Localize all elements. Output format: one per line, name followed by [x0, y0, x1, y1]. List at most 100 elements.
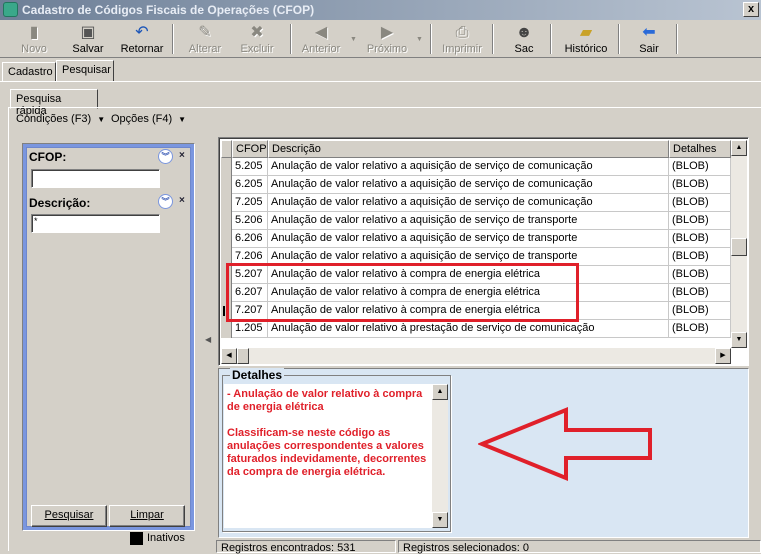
sair-button[interactable]: ⬅ Sair [632, 22, 666, 56]
cell-detalhes[interactable]: (BLOB) [669, 176, 731, 194]
cell-cfop[interactable]: 5.205 [232, 158, 268, 176]
row-indicator[interactable] [221, 158, 232, 176]
tab-pesquisa-rapida[interactable]: Pesquisa rápida [10, 89, 98, 117]
table-row[interactable]: 1.205 Anulação de valor relativo à presta… [221, 320, 731, 338]
grid-horizontal-scroll-thumb[interactable] [237, 348, 249, 364]
limpar-button[interactable]: Limpar [109, 505, 185, 527]
cfop-expand-icon[interactable]: ︾ [158, 149, 173, 164]
excluir-button[interactable]: ✖ Excluir [236, 22, 278, 56]
cell-detalhes[interactable]: (BLOB) [669, 320, 731, 338]
tab-cadastro[interactable]: Cadastro [2, 62, 56, 82]
details-text[interactable]: - Anulação de valor relativo à compra de… [224, 384, 432, 528]
table-row[interactable]: 6.206 Anulação de valor relativo a aquisi… [221, 230, 731, 248]
scroll-up-icon[interactable]: ▲ [731, 140, 747, 156]
historico-button[interactable]: ▰ Histórico [560, 22, 612, 56]
column-header-cfop[interactable]: CFOP [232, 140, 268, 158]
grid-header: CFOP Descrição Detalhes [221, 140, 731, 158]
cell-cfop[interactable]: 6.205 [232, 176, 268, 194]
descricao-input[interactable]: * [31, 214, 160, 233]
cell-detalhes[interactable]: (BLOB) [669, 194, 731, 212]
cell-descricao[interactable]: Anulação de valor relativo a aquisição d… [268, 176, 669, 194]
cell-detalhes[interactable]: (BLOB) [669, 266, 731, 284]
cell-cfop[interactable]: 6.207 [232, 284, 268, 302]
scroll-down-icon[interactable]: ▼ [432, 512, 448, 528]
grid-horizontal-scrollbar[interactable]: ◀ ▶ [221, 348, 731, 364]
proximo-dropdown-icon[interactable]: ▼ [416, 36, 423, 43]
scroll-right-icon[interactable]: ▶ [715, 348, 731, 364]
cell-detalhes[interactable]: (BLOB) [669, 158, 731, 176]
support-icon: ☻ [515, 24, 533, 41]
table-row[interactable]: 5.207 Anulação de valor relativo à compra… [221, 266, 731, 284]
cell-detalhes[interactable]: (BLOB) [669, 230, 731, 248]
collapse-left-icon[interactable]: ◀ [205, 335, 211, 344]
row-indicator[interactable] [221, 320, 232, 338]
pesquisar-button[interactable]: Pesquisar [31, 505, 107, 527]
row-indicator[interactable] [221, 266, 232, 284]
cell-cfop[interactable]: 5.206 [232, 212, 268, 230]
condicoes-menu[interactable]: Condições (F3) ▼ [16, 113, 105, 125]
scroll-up-icon[interactable]: ▲ [432, 384, 448, 400]
opcoes-menu[interactable]: Opções (F4) ▼ [111, 113, 186, 125]
sac-button[interactable]: ☻ Sac [506, 22, 542, 56]
cell-cfop[interactable]: 5.207 [232, 266, 268, 284]
row-indicator[interactable] [221, 248, 232, 266]
imprimir-button[interactable]: ⎙ Imprimir [440, 22, 484, 56]
cell-descricao[interactable]: Anulação de valor relativo a aquisição d… [268, 230, 669, 248]
grid-vertical-scroll-thumb[interactable] [731, 238, 747, 256]
cell-descricao[interactable]: Anulação de valor relativo à prestação d… [268, 320, 669, 338]
row-indicator[interactable] [221, 302, 232, 320]
proximo-button[interactable]: ▶ Próximo [364, 22, 410, 56]
cell-detalhes[interactable]: (BLOB) [669, 302, 731, 320]
anterior-button[interactable]: ◀ Anterior [298, 22, 344, 56]
grid-vertical-scrollbar[interactable]: ▲ ▼ [731, 140, 747, 348]
close-window-button[interactable]: x [743, 2, 759, 17]
scroll-down-icon[interactable]: ▼ [731, 332, 747, 348]
cell-descricao[interactable]: Anulação de valor relativo à compra de e… [268, 302, 669, 320]
column-header-detalhes[interactable]: Detalhes [669, 140, 731, 158]
cell-detalhes[interactable]: (BLOB) [669, 248, 731, 266]
cfop-input[interactable] [31, 169, 160, 188]
cell-cfop[interactable]: 1.205 [232, 320, 268, 338]
cell-cfop[interactable]: 6.206 [232, 230, 268, 248]
cell-cfop[interactable]: 7.207 [232, 302, 268, 320]
cell-descricao[interactable]: Anulação de valor relativo a aquisição d… [268, 212, 669, 230]
cell-descricao[interactable]: Anulação de valor relativo à compra de e… [268, 284, 669, 302]
table-row[interactable]: 7.207 Anulação de valor relativo à compra… [221, 302, 731, 320]
table-row[interactable]: 6.205 Anulação de valor relativo a aquisi… [221, 176, 731, 194]
alterar-button[interactable]: ✎ Alterar [184, 22, 226, 56]
table-row[interactable]: 7.205 Anulação de valor relativo a aquisi… [221, 194, 731, 212]
cell-descricao[interactable]: Anulação de valor relativo a aquisição d… [268, 158, 669, 176]
descricao-expand-icon[interactable]: ︾ [158, 194, 173, 209]
cell-cfop[interactable]: 7.206 [232, 248, 268, 266]
cfop-clear-icon[interactable]: × [179, 150, 185, 161]
row-indicator[interactable] [221, 176, 232, 194]
cell-descricao[interactable]: Anulação de valor relativo à compra de e… [268, 266, 669, 284]
novo-button[interactable]: ▮ Novo [14, 22, 54, 56]
row-indicator[interactable] [221, 212, 232, 230]
folder-open-icon: ▰ [579, 24, 593, 41]
table-row[interactable]: 5.206 Anulação de valor relativo a aquisi… [221, 212, 731, 230]
row-indicator[interactable] [221, 230, 232, 248]
table-row[interactable]: 7.206 Anulação de valor relativo a aquisi… [221, 248, 731, 266]
retornar-button[interactable]: ↶ Retornar [118, 22, 166, 56]
column-header-descricao[interactable]: Descrição [268, 140, 669, 158]
row-indicator[interactable] [221, 194, 232, 212]
details-vertical-scrollbar[interactable]: ▲ ▼ [432, 384, 448, 528]
cell-detalhes[interactable]: (BLOB) [669, 212, 731, 230]
cell-descricao[interactable]: Anulação de valor relativo a aquisição d… [268, 248, 669, 266]
table-row[interactable]: 6.207 Anulação de valor relativo à compra… [221, 284, 731, 302]
toolbar-separator [550, 24, 552, 54]
cell-cfop[interactable]: 7.205 [232, 194, 268, 212]
anterior-dropdown-icon[interactable]: ▼ [350, 36, 357, 43]
scroll-left-icon[interactable]: ◀ [221, 348, 237, 364]
panel-splitter[interactable]: ◀ [204, 135, 214, 551]
cell-detalhes[interactable]: (BLOB) [669, 284, 731, 302]
salvar-button[interactable]: ▣ Salvar [68, 22, 108, 56]
cell-descricao[interactable]: Anulação de valor relativo a aquisição d… [268, 194, 669, 212]
printer-icon: ⎙ [455, 24, 469, 41]
tab-pesquisar[interactable]: Pesquisar [56, 60, 114, 82]
row-indicator[interactable] [221, 284, 232, 302]
descricao-clear-icon[interactable]: × [179, 195, 185, 206]
table-row[interactable]: 5.205 Anulação de valor relativo a aquisi… [221, 158, 731, 176]
inativos-checkbox[interactable] [130, 532, 143, 545]
